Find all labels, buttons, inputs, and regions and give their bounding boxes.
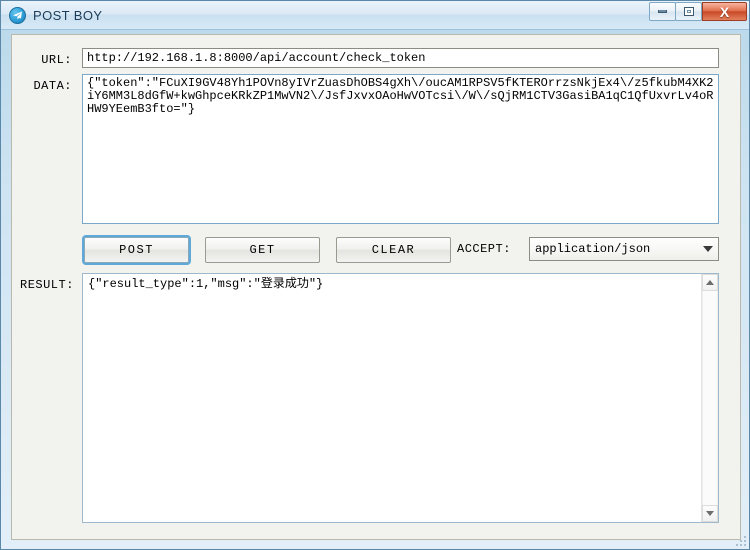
scroll-down-button[interactable] — [702, 505, 718, 522]
paper-plane-icon — [9, 6, 26, 24]
result-scrollbar[interactable] — [701, 274, 718, 522]
chevron-down-icon — [703, 246, 713, 252]
url-label: URL: — [41, 53, 72, 67]
minimize-button[interactable] — [649, 2, 676, 21]
accept-label: ACCEPT: — [457, 242, 511, 256]
post-button[interactable]: POST — [82, 235, 191, 265]
close-icon: X — [719, 3, 730, 20]
resize-grip[interactable] — [735, 535, 747, 547]
clear-button[interactable]: CLEAR — [336, 237, 451, 263]
scroll-up-button[interactable] — [702, 274, 718, 291]
accept-select[interactable]: application/json — [529, 237, 719, 261]
result-text: {"result_type":1,"msg":"登录成功"} — [88, 277, 324, 291]
accept-selected-value: application/json — [535, 242, 651, 256]
window-title: POST BOY — [33, 7, 103, 23]
minimize-icon — [658, 10, 667, 13]
application-window: POST BOY X URL: DATA: POST GET CLEAR ACC… — [0, 0, 750, 550]
client-area: URL: DATA: POST GET CLEAR ACCEPT: applic… — [11, 34, 741, 540]
triangle-up-icon — [706, 280, 714, 285]
window-controls: X — [649, 2, 747, 21]
title-bar[interactable]: POST BOY X — [1, 1, 749, 30]
data-input[interactable] — [82, 74, 719, 224]
result-label: RESULT: — [20, 278, 74, 292]
url-input[interactable] — [82, 48, 719, 68]
get-button[interactable]: GET — [205, 237, 320, 263]
triangle-down-icon — [706, 511, 714, 516]
result-box[interactable]: {"result_type":1,"msg":"登录成功"} — [82, 273, 719, 523]
scrollbar-track[interactable] — [702, 291, 718, 505]
close-button[interactable]: X — [702, 2, 747, 21]
maximize-button[interactable] — [675, 2, 702, 21]
maximize-icon — [683, 7, 694, 16]
data-label: DATA: — [33, 79, 72, 93]
